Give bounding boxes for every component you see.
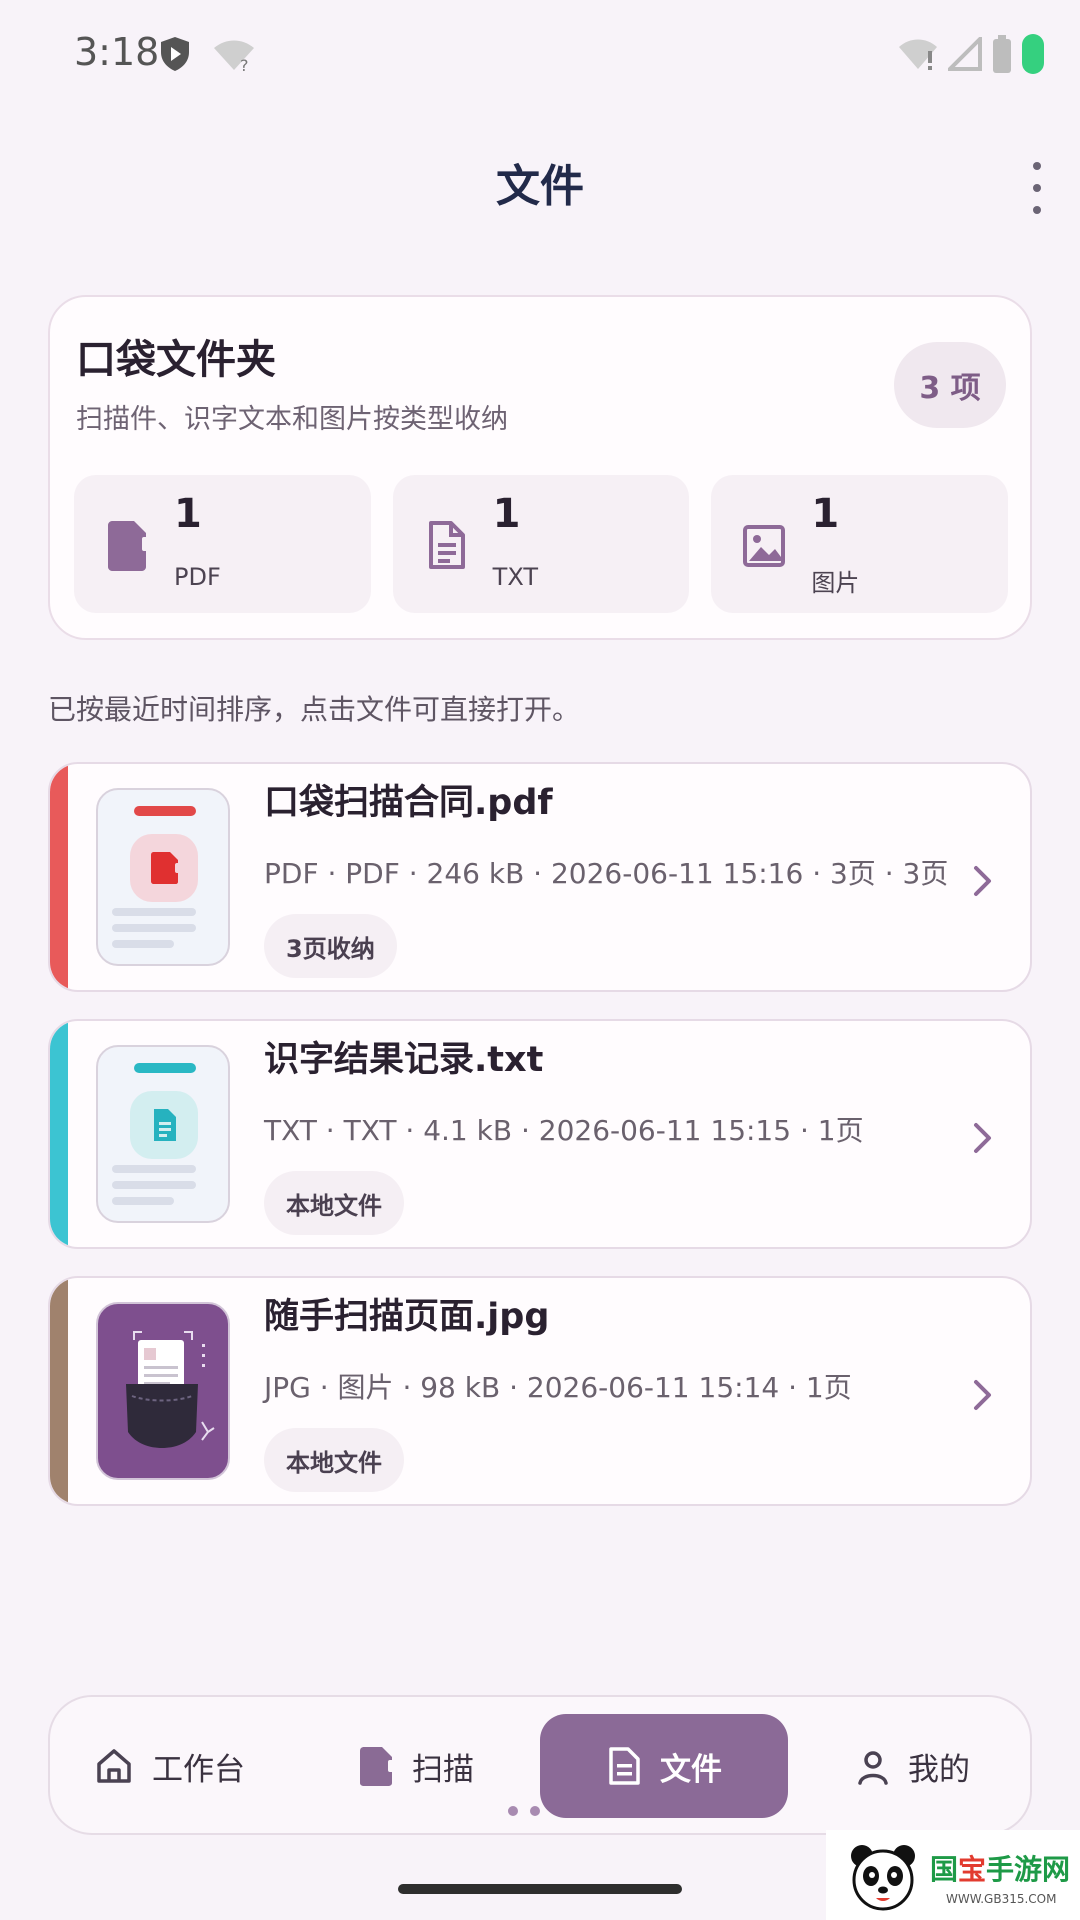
- bottom-navigation-bar: 工作台 扫描 文件 我的: [48, 1695, 1032, 1835]
- file-tag: 本地文件: [264, 1171, 404, 1235]
- nav-item-workbench[interactable]: 工作台: [94, 1697, 245, 1835]
- file-tag: 3页收纳: [264, 914, 397, 978]
- indicator-dot: [530, 1806, 540, 1816]
- file-card-pdf[interactable]: 口袋扫描合同.pdf PDF · PDF · 246 kB · 2026-06-…: [48, 762, 1032, 992]
- stat-tile-txt[interactable]: 1 TXT: [392, 475, 690, 613]
- stat-tile-image[interactable]: 1 图片: [711, 475, 1009, 613]
- nav-label: 工作台: [152, 1751, 245, 1788]
- type-stats-row: 1 PDF 1 TXT 1 图片: [74, 475, 1009, 613]
- pocket-scan-thumbnail: [126, 1331, 215, 1448]
- stat-label: TXT: [492, 563, 539, 591]
- watermark-url: WWW.GB315.COM: [946, 1892, 1057, 1906]
- site-watermark: 国宝手游网 WWW.GB315.COM: [826, 1830, 1080, 1920]
- battery-status-indicator: [1022, 34, 1044, 74]
- stat-label: 图片: [811, 569, 860, 597]
- file-icon: [609, 1747, 640, 1785]
- status-icons: [898, 34, 1044, 74]
- file-card-txt[interactable]: 识字结果记录.txt TXT · TXT · 4.1 kB · 2026-06-…: [48, 1019, 1032, 1249]
- file-tag: 本地文件: [264, 1428, 404, 1492]
- summary-subtitle: 扫描件、识字文本和图片按类型收纳: [76, 404, 508, 435]
- status-time: 3:18: [74, 30, 160, 74]
- sort-hint-text: 已按最近时间排序，点击文件可直接打开。: [48, 693, 581, 726]
- stat-count: 1: [174, 491, 202, 537]
- file-thumbnail: [96, 1045, 230, 1223]
- person-icon: [858, 1751, 888, 1785]
- file-card-jpg[interactable]: 随手扫描页面.jpg JPG · 图片 · 98 kB · 2026-06-11…: [48, 1276, 1032, 1506]
- pdf-icon: [108, 521, 148, 571]
- nav-item-scan[interactable]: 扫描: [358, 1697, 474, 1835]
- file-name: 口袋扫描合同.pdf: [264, 783, 553, 823]
- battery-icon: [993, 35, 1011, 73]
- chevron-right-icon: [974, 1380, 991, 1410]
- pocket-folder-summary-card: 口袋文件夹 扫描件、识字文本和图片按类型收纳 3 项 1 PDF 1 TXT 1…: [48, 295, 1032, 640]
- stat-count: 1: [492, 491, 521, 537]
- file-name: 识字结果记录.txt: [264, 1040, 544, 1080]
- shield-icon: [161, 37, 189, 71]
- nav-label: 我的: [908, 1751, 970, 1788]
- watermark-brand: 国宝手游网: [930, 1853, 1071, 1886]
- more-dot-icon: [1033, 162, 1041, 170]
- file-thumbnail: [96, 1302, 230, 1480]
- more-dot-icon: [1033, 206, 1041, 214]
- svg-text:?: ?: [240, 56, 249, 72]
- home-indicator-bar[interactable]: [398, 1884, 682, 1894]
- file-accent-stripe: [50, 764, 68, 990]
- file-accent-stripe: [50, 1278, 68, 1504]
- signal-icon: [948, 37, 982, 71]
- image-icon: [743, 525, 786, 567]
- stat-label: PDF: [174, 563, 221, 591]
- scan-icon: [360, 1747, 394, 1786]
- item-count-badge: 3 项: [894, 342, 1006, 428]
- home-icon: [97, 1749, 131, 1783]
- chevron-right-icon: [974, 866, 991, 896]
- more-dot-icon: [1033, 184, 1041, 192]
- file-name: 随手扫描页面.jpg: [264, 1297, 550, 1337]
- page-title: 文件: [496, 161, 584, 212]
- file-meta: TXT · TXT · 4.1 kB · 2026-06-11 15:15 · …: [264, 1114, 864, 1147]
- chevron-right-icon: [974, 1123, 991, 1153]
- stat-tile-pdf[interactable]: 1 PDF: [74, 475, 371, 613]
- nav-item-me[interactable]: 我的: [856, 1697, 970, 1835]
- indicator-dot: [508, 1806, 518, 1816]
- file-accent-stripe: [50, 1021, 68, 1247]
- more-options-button[interactable]: [1022, 162, 1052, 214]
- text-document-icon: [154, 1109, 176, 1141]
- stat-count: 1: [811, 491, 840, 537]
- summary-title: 口袋文件夹: [76, 337, 276, 383]
- panda-logo-icon: [851, 1845, 915, 1911]
- status-bar: 3:18 ?: [0, 0, 1080, 110]
- nav-item-files[interactable]: 文件: [540, 1714, 788, 1818]
- nav-label: 文件: [660, 1751, 722, 1788]
- nav-page-indicator: [508, 1806, 540, 1816]
- wifi-off-icon: [899, 39, 937, 70]
- wifi-unknown-icon: ?: [214, 40, 254, 72]
- file-meta: JPG · 图片 · 98 kB · 2026-06-11 15:14 · 1页: [264, 1371, 852, 1404]
- nav-label: 扫描: [412, 1751, 474, 1788]
- file-meta: PDF · PDF · 246 kB · 2026-06-11 15:16 · …: [264, 857, 949, 890]
- text-document-icon: [428, 521, 465, 569]
- pdf-icon: [151, 852, 180, 884]
- file-thumbnail: [96, 788, 230, 966]
